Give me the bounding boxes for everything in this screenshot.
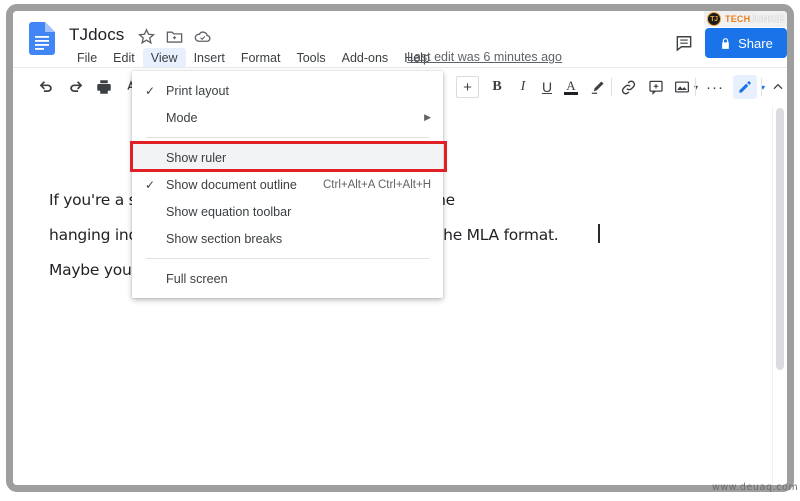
menu-item-show-document-outline[interactable]: ✓ Show document outline Ctrl+Alt+A Ctrl+… bbox=[132, 171, 443, 198]
menu-item-label: Show equation toolbar bbox=[166, 204, 292, 219]
document-title[interactable]: TJdocs bbox=[69, 25, 124, 45]
menu-item-label: Mode bbox=[166, 110, 198, 125]
techjunkie-mark-icon: TJ bbox=[707, 12, 721, 26]
techjunkie-logo: TJ TECHJUNKIE bbox=[704, 11, 787, 27]
menu-divider bbox=[146, 258, 429, 259]
text-color-swatch bbox=[564, 91, 578, 95]
site-watermark: www.deuaq.com bbox=[712, 482, 799, 493]
menu-item-show-ruler[interactable]: Show ruler bbox=[132, 144, 443, 171]
techjunkie-junkie-text: JUNKIE bbox=[750, 14, 785, 24]
menu-item-show-equation-toolbar[interactable]: Show equation toolbar bbox=[132, 198, 443, 225]
menu-item-print-layout[interactable]: ✓ Print layout bbox=[132, 77, 443, 104]
menu-item-label: Show section breaks bbox=[166, 231, 283, 246]
toolbar-divider bbox=[761, 78, 762, 96]
menu-edit[interactable]: Edit bbox=[105, 48, 143, 68]
menu-item-full-screen[interactable]: Full screen bbox=[132, 265, 443, 292]
editing-mode-chevron-down-icon[interactable]: ▾ bbox=[758, 76, 768, 98]
menu-view[interactable]: View bbox=[142, 48, 186, 68]
share-button[interactable]: Share bbox=[705, 28, 787, 58]
image-dropdown-chevron-down-icon[interactable]: ▾ bbox=[691, 76, 701, 98]
editing-mode-pencil-icon[interactable] bbox=[733, 75, 757, 99]
text-color-button[interactable]: A bbox=[561, 76, 581, 98]
menu-add-ons[interactable]: Add-ons bbox=[334, 48, 397, 68]
add-comment-icon[interactable] bbox=[645, 76, 667, 98]
menu-item-shortcut: Ctrl+Alt+A Ctrl+Alt+H bbox=[322, 178, 431, 191]
menu-item-mode[interactable]: Mode ▶ bbox=[132, 104, 443, 131]
link-icon[interactable] bbox=[617, 76, 639, 98]
bold-button[interactable]: B bbox=[487, 76, 507, 98]
view-dropdown-menu[interactable]: ✓ Print layout Mode ▶ Show ruler ✓ Show … bbox=[132, 71, 443, 298]
lock-icon bbox=[719, 37, 732, 50]
checkmark-icon: ✓ bbox=[145, 83, 156, 98]
menu-item-label: Full screen bbox=[166, 271, 228, 286]
menu-item-label: Show ruler bbox=[166, 150, 227, 165]
highlight-pen-icon[interactable] bbox=[587, 76, 607, 98]
print-icon[interactable] bbox=[93, 76, 115, 98]
vertical-scrollbar[interactable] bbox=[772, 106, 787, 485]
menu-item-label: Print layout bbox=[166, 83, 229, 98]
underline-button[interactable]: U bbox=[537, 76, 557, 98]
text-cursor bbox=[598, 224, 600, 243]
redo-icon[interactable] bbox=[65, 76, 87, 98]
italic-button[interactable]: I bbox=[513, 76, 533, 98]
menu-divider bbox=[146, 137, 429, 138]
menu-insert[interactable]: Insert bbox=[186, 48, 233, 68]
toolbar-divider bbox=[611, 78, 612, 96]
last-edit-status[interactable]: Last edit was 6 minutes ago bbox=[407, 50, 562, 64]
techjunkie-wordmark: TECHJUNKIE bbox=[725, 14, 785, 24]
menu-item-label: Show document outline bbox=[166, 177, 297, 192]
chevron-up-icon[interactable] bbox=[769, 76, 787, 98]
browser-window-frame: TJdocs File Edit View Insert Format Tool… bbox=[6, 4, 794, 492]
screenshot-frame: TJdocs File Edit View Insert Format Tool… bbox=[0, 0, 800, 501]
checkmark-icon: ✓ bbox=[145, 177, 156, 192]
toolbar-divider bbox=[695, 78, 696, 96]
move-to-folder-icon[interactable] bbox=[165, 27, 184, 46]
comment-history-icon[interactable] bbox=[673, 33, 695, 53]
share-button-label: Share bbox=[738, 35, 773, 51]
menu-bar: File Edit View Insert Format Tools Add-o… bbox=[69, 47, 438, 69]
google-docs-app: TJdocs File Edit View Insert Format Tool… bbox=[13, 11, 787, 485]
frame-bottom-edge bbox=[0, 496, 800, 501]
star-icon[interactable] bbox=[137, 27, 156, 46]
scrollbar-thumb[interactable] bbox=[776, 108, 784, 370]
menu-format[interactable]: Format bbox=[233, 48, 289, 68]
cloud-saved-icon[interactable] bbox=[193, 27, 212, 46]
techjunkie-tech-text: TECH bbox=[725, 14, 751, 24]
google-docs-logo-icon bbox=[29, 22, 55, 55]
undo-icon[interactable] bbox=[35, 76, 57, 98]
menu-tools[interactable]: Tools bbox=[288, 48, 333, 68]
app-header: TJdocs File Edit View Insert Format Tool… bbox=[13, 11, 787, 69]
more-options-icon[interactable]: ··· bbox=[704, 76, 726, 98]
menu-file[interactable]: File bbox=[69, 48, 105, 68]
text-color-letter: A bbox=[566, 77, 576, 93]
image-icon[interactable] bbox=[671, 76, 693, 98]
menu-item-show-section-breaks[interactable]: Show section breaks bbox=[132, 225, 443, 252]
increase-font-size-button[interactable]: + bbox=[456, 76, 479, 98]
submenu-arrow-icon: ▶ bbox=[424, 112, 431, 122]
